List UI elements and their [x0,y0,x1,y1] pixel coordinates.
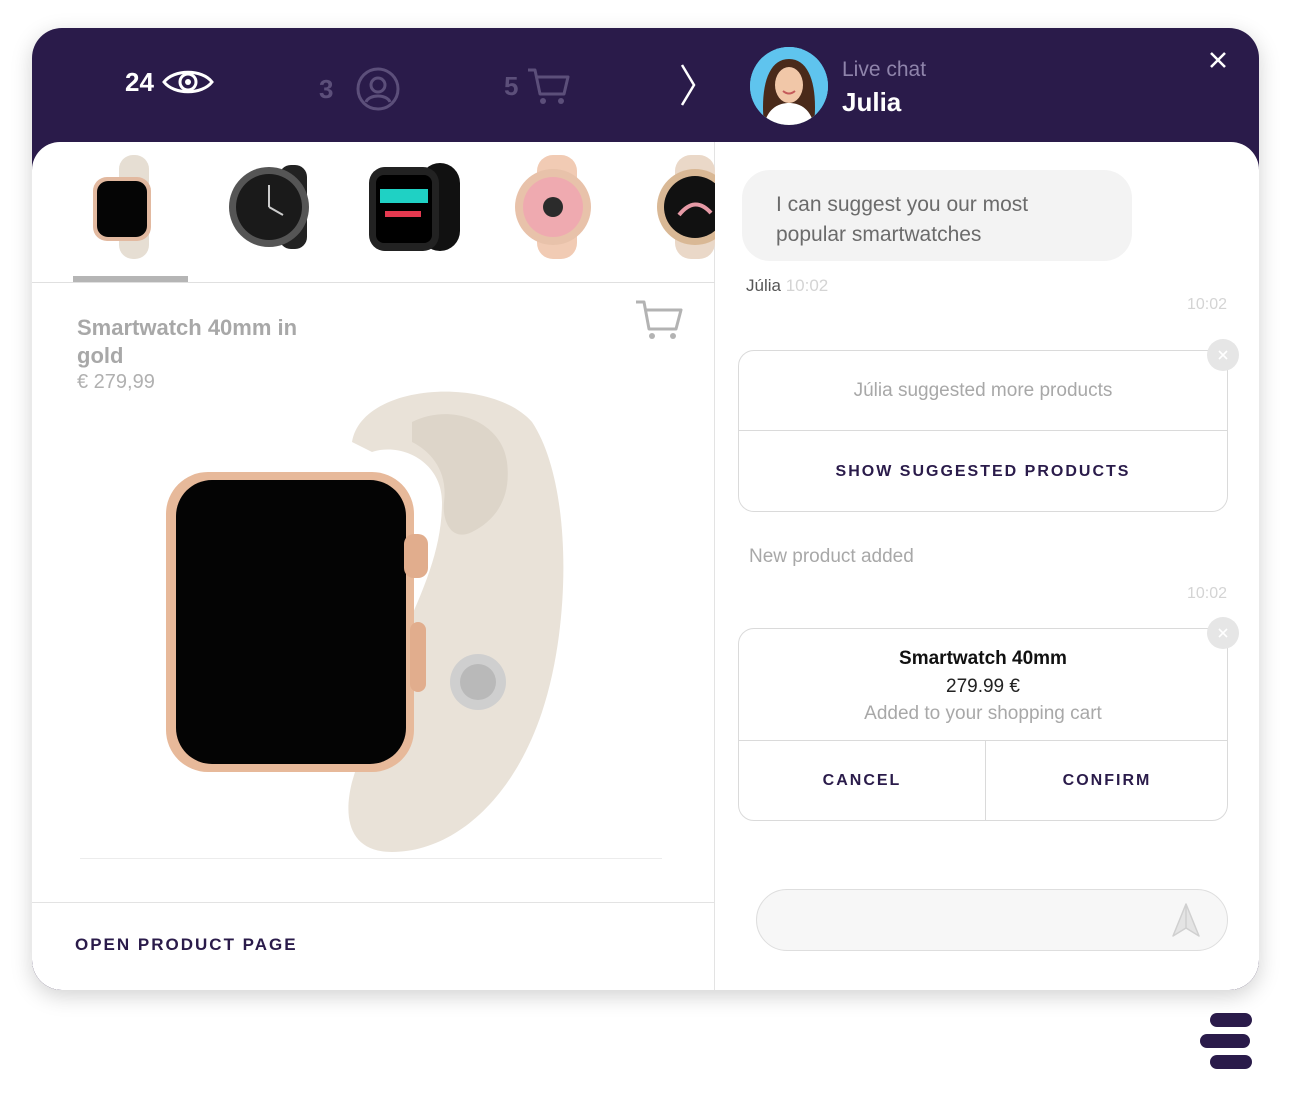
watch-thumbnail-image [93,155,151,259]
thumbnail-black-round-watch[interactable] [215,150,331,264]
cancel-button[interactable]: CANCEL [739,740,985,821]
divider [32,902,715,903]
live-chat-widget: 24 3 5 Live chat Julia Smartwatch 40mm i… [32,28,1259,990]
watch-thumbnail-image [657,155,715,259]
product-price: € 279,99 [77,371,155,393]
header-bar: 24 3 5 Live chat Julia [32,28,1259,142]
message-meta: Júlia 10:02 [746,276,828,296]
confirm-button[interactable]: CONFIRM [986,740,1228,821]
watch-thumbnail-image [369,163,460,251]
agents-stat: 3 [319,66,401,112]
product-image [166,391,564,852]
close-icon[interactable] [1208,50,1228,70]
cart-icon [528,68,570,104]
watch-thumbnail-image [515,155,591,259]
thumbnail-gold-starlight-watch[interactable] [73,150,189,264]
user-circle-icon [356,67,400,111]
agent-message-bubble: I can suggest you our most popular smart… [742,170,1132,261]
message-time: 10:02 [785,276,829,295]
agents-count: 3 [319,73,334,104]
send-icon[interactable] [1171,902,1201,938]
agent-name: Julia [842,87,902,117]
cart-count: 5 [504,70,519,101]
system-message: New product added [749,546,914,567]
chat-message-input[interactable] [756,889,1228,951]
active-thumbnail-indicator [73,276,188,282]
timestamp: 10:02 [1186,585,1227,602]
add-to-cart-icon[interactable] [634,298,684,342]
brand-logo[interactable] [1200,1013,1256,1071]
product-panel: Smartwatch 40mm in gold € 279,99 OPEN PR… [32,142,715,990]
cart-stat: 5 [504,66,570,106]
agent-avatar [750,47,828,125]
cart-confirmation-card: Smartwatch 40mm 279.99 € Added to your s… [738,617,1239,821]
close-icon [1218,350,1228,360]
cart-product-price: 279.99 € [946,676,1020,697]
timestamp: 10:02 [1186,296,1227,313]
divider [80,858,662,859]
viewers-count: 24 [125,66,154,97]
watch-thumbnail-image [229,165,309,249]
suggestion-message: Júlia suggested more products [739,351,1227,431]
live-chat-label: Live chat [842,58,927,81]
thumbnail-pink-round-watch[interactable] [499,150,615,264]
open-product-page-link[interactable]: OPEN PRODUCT PAGE [75,935,298,955]
viewers-stat: 24 [125,66,214,98]
suggested-products-card: Júlia suggested more products SHOW SUGGE… [738,339,1239,512]
cart-note: Added to your shopping cart [864,703,1102,724]
chevron-right-icon[interactable] [678,62,698,108]
cart-product-name: Smartwatch 40mm [899,648,1067,669]
dismiss-card-button[interactable] [1207,617,1239,649]
message-sender: Júlia [746,276,781,295]
product-name: Smartwatch 40mm in gold [77,315,298,368]
chat-panel: I can suggest you our most popular smart… [716,142,1259,990]
eye-icon [162,70,214,94]
widget-body: Smartwatch 40mm in gold € 279,99 OPEN PR… [32,142,1259,990]
thumbnail-black-digital-watch[interactable] [357,150,473,264]
show-suggested-products-button[interactable]: SHOW SUGGESTED PRODUCTS [739,431,1227,512]
product-thumbnails [32,142,715,283]
dismiss-card-button[interactable] [1207,339,1239,371]
close-icon [1218,628,1228,638]
thumbnail-gold-round-watch[interactable] [641,150,715,264]
